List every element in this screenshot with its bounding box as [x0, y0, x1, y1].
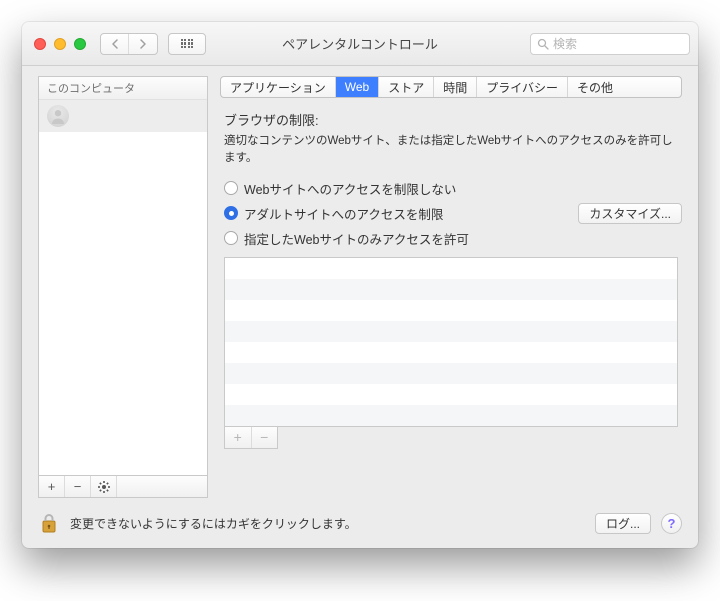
forward-button[interactable] — [129, 34, 157, 54]
user-actions-button[interactable] — [91, 476, 117, 497]
search-icon — [537, 38, 549, 50]
footer: 変更できないようにするにはカギをクリックします。 ログ... ? — [22, 502, 698, 548]
tab-web[interactable]: Web — [336, 77, 379, 97]
remove-user-button[interactable]: − — [65, 476, 91, 497]
browser-limit-heading: ブラウザの制限: — [224, 110, 682, 129]
option-limit-adult[interactable]: アダルトサイトへのアクセスを制限 カスタマイズ... — [224, 203, 682, 224]
gear-icon — [97, 480, 111, 494]
chevron-right-icon — [139, 39, 147, 49]
nav-back-forward — [100, 33, 158, 55]
website-list[interactable] — [224, 257, 678, 427]
person-icon — [49, 107, 67, 125]
list-row — [225, 363, 677, 384]
list-row — [225, 405, 677, 426]
user-list-item[interactable] — [39, 100, 207, 132]
website-list-toolbar: + − — [224, 427, 278, 449]
radio-no-restrict[interactable] — [224, 181, 238, 195]
close-window-button[interactable] — [34, 38, 46, 50]
content-body: このコンピュータ + − — [22, 66, 698, 502]
customize-button[interactable]: カスタマイズ... — [578, 203, 682, 224]
apps-grid-icon — [181, 39, 193, 48]
user-list-header: このコンピュータ — [39, 77, 207, 100]
option-limit-adult-label: アダルトサイトへのアクセスを制限 — [244, 204, 443, 223]
help-button[interactable]: ? — [661, 513, 682, 534]
chevron-left-icon — [111, 39, 119, 49]
option-allowlist[interactable]: 指定したWebサイトのみアクセスを許可 — [224, 228, 682, 249]
list-row — [225, 342, 677, 363]
titlebar: ペアレンタルコントロール — [22, 22, 698, 66]
option-no-restrict[interactable]: Webサイトへのアクセスを制限しない — [224, 178, 682, 199]
lock-icon[interactable] — [40, 512, 58, 534]
tab-privacy[interactable]: プライバシー — [477, 77, 568, 97]
tab-apps[interactable]: アプリケーション — [221, 77, 336, 97]
option-no-restrict-label: Webサイトへのアクセスを制限しない — [244, 179, 456, 198]
tab-time[interactable]: 時間 — [434, 77, 477, 97]
list-row — [225, 258, 677, 279]
add-user-button[interactable]: + — [39, 476, 65, 497]
list-row — [225, 384, 677, 405]
search-field[interactable] — [530, 33, 690, 55]
tab-other[interactable]: その他 — [568, 77, 622, 97]
user-avatar-icon — [47, 105, 69, 127]
list-row — [225, 321, 677, 342]
search-input[interactable] — [553, 37, 683, 51]
settings-pane: アプリケーション Web ストア 時間 プライバシー その他 ブラウザの制限: … — [220, 76, 682, 449]
zoom-window-button[interactable] — [74, 38, 86, 50]
lock-hint-text: 変更できないようにするにはカギをクリックします。 — [70, 515, 357, 532]
parental-controls-window: ペアレンタルコントロール このコンピュータ — [22, 22, 698, 548]
radio-limit-adult[interactable] — [224, 206, 238, 220]
browser-limit-desc: 適切なコンテンツのWebサイト、または指定したWebサイトへのアクセスのみを許可… — [224, 133, 678, 168]
option-allowlist-label: 指定したWebサイトのみアクセスを許可 — [244, 229, 469, 248]
window-controls — [34, 38, 86, 50]
add-website-button[interactable]: + — [225, 427, 252, 448]
tab-store[interactable]: ストア — [379, 77, 434, 97]
remove-website-button[interactable]: − — [252, 427, 278, 448]
list-row — [225, 300, 677, 321]
user-sidebar: このコンピュータ + − — [38, 76, 208, 498]
show-all-button[interactable] — [168, 33, 206, 55]
category-tabs: アプリケーション Web ストア 時間 プライバシー その他 — [220, 76, 682, 98]
back-button[interactable] — [101, 34, 129, 54]
log-button[interactable]: ログ... — [595, 513, 651, 534]
user-list-toolbar: + − — [38, 476, 208, 498]
minimize-window-button[interactable] — [54, 38, 66, 50]
user-list[interactable]: このコンピュータ — [38, 76, 208, 476]
list-row — [225, 279, 677, 300]
radio-allowlist[interactable] — [224, 231, 238, 245]
